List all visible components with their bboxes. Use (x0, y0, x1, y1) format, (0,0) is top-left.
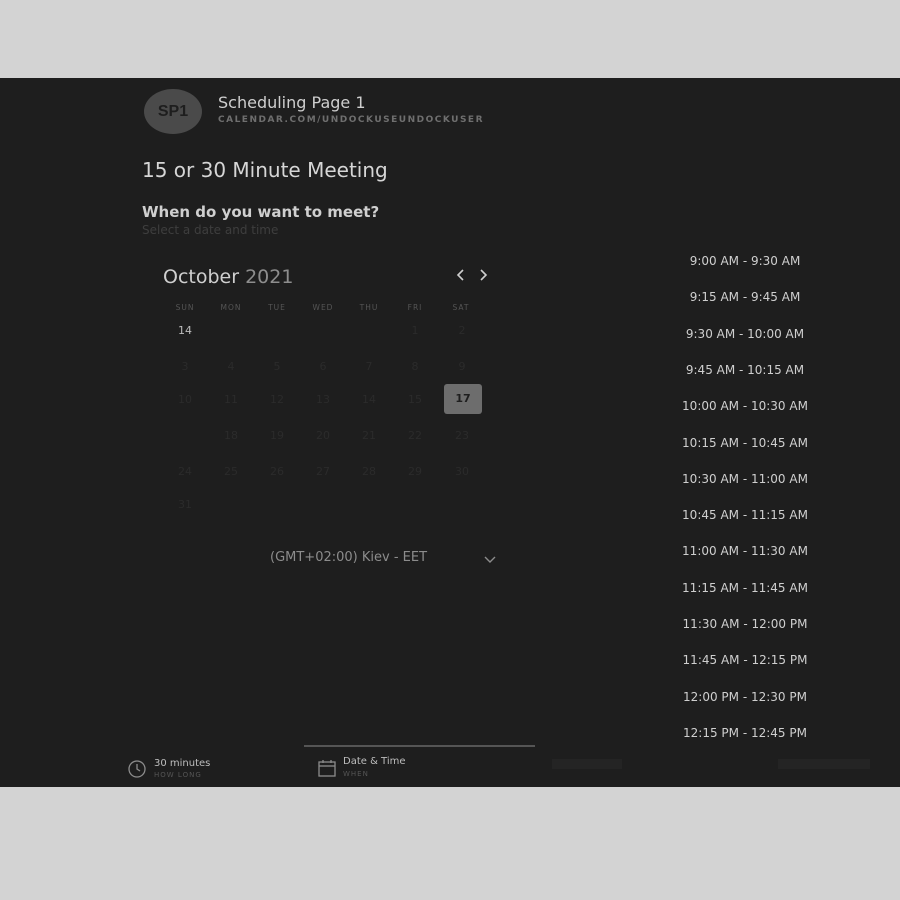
weekday-label: WED (312, 303, 334, 312)
calendar-day[interactable]: 23 (443, 421, 481, 451)
calendar-day[interactable]: 18 (212, 421, 250, 451)
calendar-day[interactable]: 22 (396, 421, 434, 451)
time-slot[interactable]: 10:15 AM - 10:45 AM (665, 433, 825, 453)
meeting-question: When do you want to meet? (142, 203, 380, 221)
time-slot[interactable]: 10:30 AM - 11:00 AM (665, 469, 825, 489)
time-slot[interactable]: 10:45 AM - 11:15 AM (665, 505, 825, 525)
calendar-day[interactable]: 26 (258, 457, 296, 487)
time-slot[interactable]: 9:30 AM - 10:00 AM (665, 324, 825, 344)
calendar-month-label: October 2021 (163, 266, 293, 288)
calendar-day[interactable]: 9 (443, 352, 481, 382)
calendar-day-selected[interactable]: 17 (444, 384, 482, 414)
next-month-button[interactable] (474, 267, 492, 287)
calendar-day[interactable]: 4 (212, 352, 250, 382)
time-slot[interactable]: 10:00 AM - 10:30 AM (665, 396, 825, 416)
calendar-month: October (163, 266, 240, 288)
calendar-day[interactable]: 29 (396, 457, 434, 487)
calendar-day[interactable]: 20 (304, 421, 342, 451)
time-slot[interactable]: 9:45 AM - 10:15 AM (665, 360, 825, 380)
weekday-label: FRI (407, 303, 423, 312)
prev-month-button[interactable] (452, 267, 470, 287)
time-slot[interactable]: 9:00 AM - 9:30 AM (665, 251, 825, 271)
weekday-label: SUN (175, 303, 195, 312)
calendar-day[interactable]: 7 (350, 352, 388, 382)
scheduling-panel: SP1 Scheduling Page 1 CALENDAR.COM/UNDOC… (0, 78, 900, 787)
calendar-day[interactable]: 25 (212, 457, 250, 487)
clock-icon (128, 760, 146, 778)
calendar-day[interactable]: 1 (396, 316, 434, 346)
calendar-day[interactable]: 14 (350, 385, 388, 415)
calendar-day[interactable]: 6 (304, 352, 342, 382)
calendar-day[interactable]: 8 (396, 352, 434, 382)
active-step-indicator (304, 745, 535, 747)
weekday-label: MON (220, 303, 242, 312)
time-slot[interactable]: 11:15 AM - 11:45 AM (665, 578, 825, 598)
meeting-subtitle: Select a date and time (142, 223, 279, 237)
time-slot[interactable]: 11:00 AM - 11:30 AM (665, 541, 825, 561)
calendar-day[interactable]: 13 (304, 385, 342, 415)
time-slot[interactable]: 11:30 AM - 12:00 PM (665, 614, 825, 634)
calendar-icon (318, 760, 336, 777)
avatar: SP1 (144, 89, 202, 134)
scheduling-page-title: Scheduling Page 1 (218, 93, 366, 112)
time-slot[interactable]: 12:15 PM - 12:45 PM (665, 723, 825, 743)
timezone-select[interactable]: (GMT+02:00) Kiev - EET (270, 550, 427, 565)
datetime-step-label[interactable]: Date & Time (343, 756, 406, 767)
weekday-label: SAT (452, 303, 470, 312)
time-slot[interactable]: 9:15 AM - 9:45 AM (665, 287, 825, 307)
duration-step-label[interactable]: 30 minutes (154, 758, 210, 769)
meeting-title: 15 or 30 Minute Meeting (142, 158, 388, 182)
calendar-day[interactable]: 27 (304, 457, 342, 487)
calendar-day[interactable]: 19 (258, 421, 296, 451)
calendar-day[interactable]: 31 (166, 490, 204, 520)
details-step-placeholder (552, 759, 622, 769)
chevron-left-icon (456, 269, 464, 281)
confirm-step-placeholder (778, 759, 870, 769)
calendar-day[interactable]: 5 (258, 352, 296, 382)
datetime-step-sub: WHEN (343, 770, 369, 778)
calendar-day[interactable]: 21 (350, 421, 388, 451)
calendar-day[interactable]: 10 (166, 385, 204, 415)
calendar-day[interactable]: 11 (212, 385, 250, 415)
weekday-label: TUE (268, 303, 286, 312)
calendar-day[interactable]: 28 (350, 457, 388, 487)
time-slot[interactable]: 12:00 PM - 12:30 PM (665, 687, 825, 707)
calendar-day[interactable]: 15 (396, 385, 434, 415)
duration-step-sub: HOW LONG (154, 771, 202, 779)
chevron-down-icon[interactable] (483, 552, 497, 566)
calendar-year: 2021 (245, 266, 294, 288)
calendar-day[interactable]: 12 (258, 385, 296, 415)
calendar-day[interactable]: 14 (166, 316, 204, 346)
time-slot[interactable]: 11:45 AM - 12:15 PM (665, 650, 825, 670)
scheduling-page-url[interactable]: CALENDAR.COM/UNDOCKUSEUNDOCKUSER (218, 115, 484, 125)
calendar-day[interactable]: 2 (443, 316, 481, 346)
calendar-day[interactable]: 24 (166, 457, 204, 487)
chevron-right-icon (480, 269, 488, 281)
calendar-day[interactable]: 30 (443, 457, 481, 487)
calendar-day[interactable]: 3 (166, 352, 204, 382)
weekday-label: THU (359, 303, 379, 312)
